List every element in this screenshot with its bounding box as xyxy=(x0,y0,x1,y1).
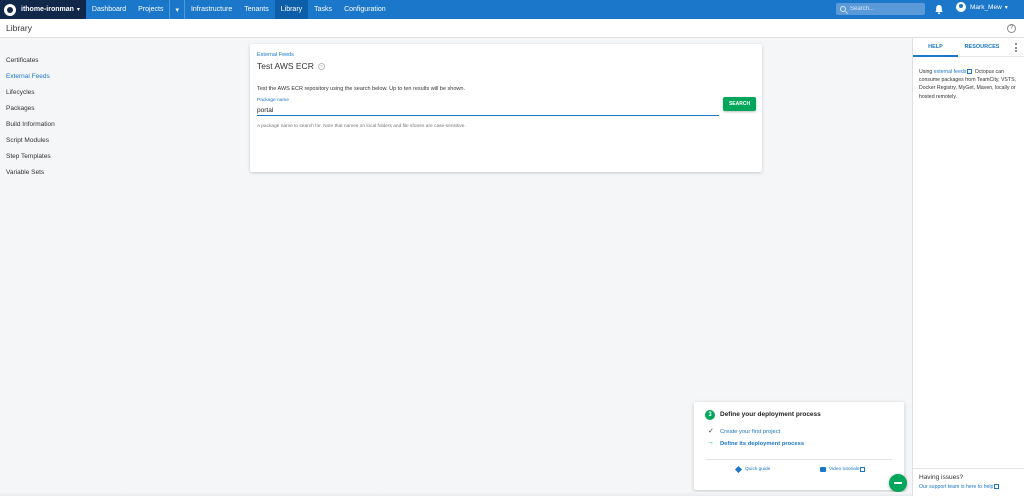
help-text: Using external feeds Octopus can consume… xyxy=(913,57,1024,101)
task-define-process[interactable]: Define its deployment process xyxy=(720,441,804,447)
issues-title: Having issues? xyxy=(919,474,964,481)
global-search[interactable] xyxy=(836,3,925,15)
divider xyxy=(913,468,1024,469)
video-icon xyxy=(820,467,826,472)
breadcrumb[interactable]: External Feeds xyxy=(257,52,294,58)
space-switcher[interactable]: ithome-ironman ▾ xyxy=(0,0,86,19)
bell-icon[interactable] xyxy=(934,4,944,15)
tab-resources[interactable]: RESOURCES xyxy=(958,38,1006,57)
sidebar-item-packages[interactable]: Packages xyxy=(0,101,110,117)
help-panel: HELP RESOURCES Using external feeds Octo… xyxy=(912,38,1024,496)
nav-configuration[interactable]: Configuration xyxy=(338,0,392,19)
page-title: Library xyxy=(6,23,32,33)
package-name-label: Package name xyxy=(257,98,289,103)
search-input[interactable] xyxy=(850,6,920,12)
external-link-icon xyxy=(967,69,973,75)
external-feeds-link[interactable]: external feeds xyxy=(934,69,967,75)
sidebar-item-lifecycles[interactable]: Lifecycles xyxy=(0,85,110,101)
help-tabs: HELP RESOURCES xyxy=(913,38,1024,57)
step-badge: 3 xyxy=(705,410,715,420)
sidebar-item-step-templates[interactable]: Step Templates xyxy=(0,149,110,165)
quick-guide-label: Quick guide xyxy=(745,467,771,472)
sidebar-item-external-feeds[interactable]: External Feeds xyxy=(0,69,110,85)
avatar xyxy=(956,2,966,12)
nav-dashboard[interactable]: Dashboard xyxy=(86,0,132,19)
description: Test the AWS ECR repository using the se… xyxy=(257,86,465,92)
help-icon[interactable]: ? xyxy=(317,62,325,70)
issues-section: Having issues? Our support team is here … xyxy=(919,474,1000,490)
external-link-icon xyxy=(994,484,1000,490)
package-name-hint: A package name to search for. Note that … xyxy=(257,124,466,129)
bottom-shadow xyxy=(0,492,912,496)
arrow-right-icon: → xyxy=(707,439,714,446)
video-tutorials-link[interactable]: Video tutorials xyxy=(820,467,866,472)
support-link[interactable]: Our support team is here to help xyxy=(919,484,1000,490)
support-link-text: Our support team is here to help xyxy=(919,484,994,490)
sidebar-item-variable-sets[interactable]: Variable Sets xyxy=(0,165,110,181)
quick-guide-link[interactable]: Quick guide xyxy=(734,465,771,474)
page-title: Test AWS ECR xyxy=(257,61,314,71)
more-vert-icon[interactable] xyxy=(1015,43,1018,52)
nav-projects[interactable]: Projects xyxy=(132,0,169,19)
page-header: Library ? xyxy=(0,19,1024,38)
library-sidebar: Certificates External Feeds Lifecycles P… xyxy=(0,53,110,181)
external-link-icon xyxy=(860,467,866,472)
user-name: Mark_Mew xyxy=(970,3,1002,11)
nav-library[interactable]: Library xyxy=(274,0,309,19)
task-create-project[interactable]: Create your first project xyxy=(720,429,780,435)
sidebar-item-build-information[interactable]: Build Information xyxy=(0,117,110,133)
chevron-down-icon: ▾ xyxy=(1004,4,1008,11)
sidebar-item-script-modules[interactable]: Script Modules xyxy=(0,133,110,149)
test-feed-card: External Feeds Test AWS ECR ? Test the A… xyxy=(250,44,762,172)
nav-tasks[interactable]: Tasks xyxy=(308,0,338,19)
package-name-input[interactable] xyxy=(257,105,719,116)
nav-tenants[interactable]: Tenants xyxy=(238,0,275,19)
video-tutorials-label: Video tutorials xyxy=(829,467,860,472)
check-icon: ✓ xyxy=(708,428,714,435)
user-menu[interactable]: Mark_Mew ▾ xyxy=(956,2,1008,12)
search-icon xyxy=(840,6,846,12)
space-name: ithome-ironman xyxy=(21,6,74,13)
help-text-prefix: Using xyxy=(919,69,934,75)
onboarding-title: Define your deployment process xyxy=(720,411,821,418)
card-title-row: Test AWS ECR ? xyxy=(257,61,325,71)
help-icon[interactable]: ? xyxy=(1007,24,1016,33)
tab-help[interactable]: HELP xyxy=(913,38,958,57)
projects-dropdown-icon[interactable]: ▾ xyxy=(170,0,184,19)
collapse-onboarding-button[interactable] xyxy=(889,474,907,492)
divider xyxy=(706,459,892,460)
sidebar-item-certificates[interactable]: Certificates xyxy=(0,53,110,69)
nav-infrastructure[interactable]: Infrastructure xyxy=(185,0,238,19)
onboarding-widget: 3 Define your deployment process ✓ Creat… xyxy=(694,402,904,490)
top-nav: ithome-ironman ▾ Dashboard Projects ▾ In… xyxy=(0,0,1024,19)
chevron-down-icon: ▾ xyxy=(76,7,80,13)
space-logo-icon xyxy=(4,3,16,16)
guide-icon xyxy=(734,465,743,474)
search-button[interactable]: SEARCH xyxy=(723,97,756,111)
